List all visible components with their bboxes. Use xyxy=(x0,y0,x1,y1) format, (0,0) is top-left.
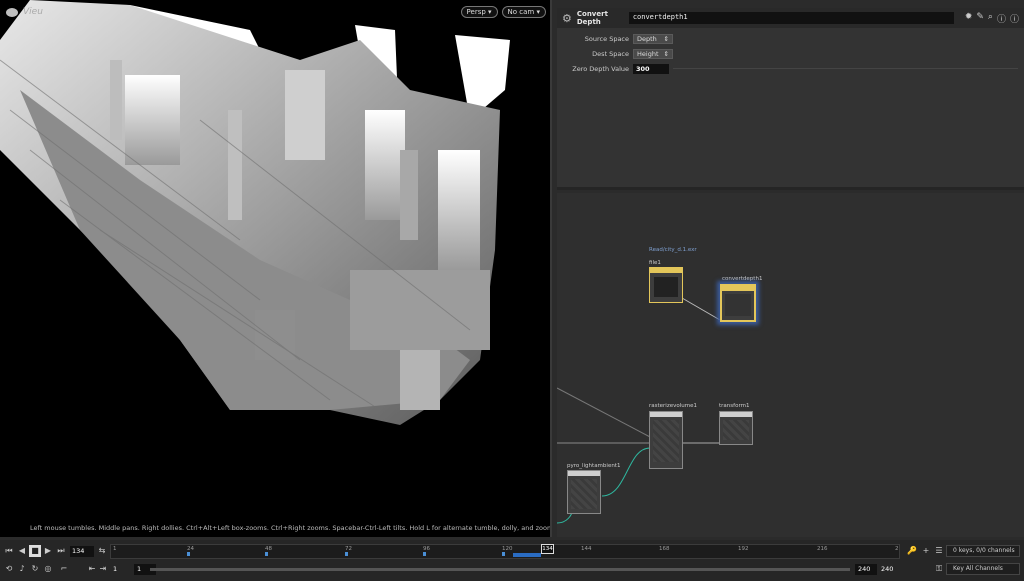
dest-space-value: Height xyxy=(637,49,659,58)
viewport-help-text: Left mouse tumbles. Middle pans. Right d… xyxy=(30,524,550,532)
realtime-icon[interactable]: ⟲ xyxy=(3,563,15,575)
key-channels-icon[interactable]: ⚿ xyxy=(933,563,945,575)
node-thumbnail xyxy=(719,411,753,445)
zero-depth-slider[interactable] xyxy=(673,68,1018,69)
node-comment: Read/city_d.1.exr xyxy=(649,247,697,253)
timeline-ruler[interactable]: 1 24 48 72 96 120 144 168 192 216 2 134 xyxy=(110,544,900,559)
houdini-window: Vieu Persp ▾ No cam ▾ Left mouse tumbles… xyxy=(0,0,1024,581)
gear-icon[interactable]: ✹ xyxy=(965,12,973,25)
camera-label: No cam xyxy=(507,8,535,16)
keyframe-marker xyxy=(502,552,505,556)
node-type-label: Convert Depth xyxy=(576,10,608,26)
play-reverse-icon[interactable]: ◀ xyxy=(16,545,28,557)
tick-label: 144 xyxy=(581,546,592,552)
play-forward-icon[interactable]: ▶ xyxy=(42,545,54,557)
playhead[interactable]: 134 xyxy=(541,544,554,554)
info-icon[interactable]: ⓘ xyxy=(1010,12,1019,25)
start-frame-field[interactable]: 1 xyxy=(110,564,132,575)
frame-range-slider[interactable] xyxy=(150,568,850,571)
node-label: transform1 xyxy=(719,403,750,409)
cached-range xyxy=(513,553,541,557)
dest-space-row: Dest Space Height ⇕ xyxy=(557,47,1024,60)
node-label: file1 xyxy=(649,260,661,266)
audio-icon[interactable]: ♪ xyxy=(16,563,28,575)
camera-menu[interactable]: No cam ▾ xyxy=(501,6,546,18)
keyframe-marker xyxy=(187,552,190,556)
viewport-logo: Vieu xyxy=(6,7,43,17)
search-icon[interactable]: ⌕ xyxy=(988,12,993,25)
node-thumbnail xyxy=(649,411,683,469)
zero-depth-row: Zero Depth Value 300 xyxy=(557,62,1024,75)
key-icon[interactable]: 🔑 xyxy=(906,545,918,557)
zero-depth-field[interactable]: 300 xyxy=(633,63,669,74)
houdini-eye-icon xyxy=(6,7,18,17)
loop-icon[interactable]: ↻ xyxy=(29,563,41,575)
playbar-row-top: ⏮ ◀ ■ ▶ ⏭ 134 ⇆ 1 24 48 72 96 120 144 16… xyxy=(0,543,1024,560)
source-space-label: Source Space xyxy=(584,34,629,43)
stop-icon[interactable]: ■ xyxy=(29,545,41,557)
viewport-title: Vieu xyxy=(23,7,43,17)
keyframe-marker xyxy=(265,552,268,556)
jump-start-icon[interactable]: ⏮ xyxy=(3,545,15,557)
forward-step-icon[interactable]: ⇥ xyxy=(97,563,109,575)
menu-arrow-icon: ⇕ xyxy=(663,49,669,58)
node-name-field[interactable]: convertdepth1 xyxy=(628,12,954,24)
playbar: ⏮ ◀ ■ ▶ ⏭ 134 ⇆ 1 24 48 72 96 120 144 16… xyxy=(0,540,1024,581)
dest-space-label: Dest Space xyxy=(592,49,629,58)
current-frame-field[interactable]: 134 xyxy=(70,546,94,557)
pencil-icon[interactable]: ✎ xyxy=(976,12,984,25)
node-thumbnail xyxy=(720,284,756,322)
scene-viewport[interactable]: Vieu Persp ▾ No cam ▾ Left mouse tumbles… xyxy=(0,0,552,537)
node-label: pyro_lightambient1 xyxy=(567,463,621,469)
node-label: convertdepth1 xyxy=(722,276,763,282)
jump-end-icon[interactable]: ⏭ xyxy=(55,545,67,557)
help-icon[interactable]: ⓘ xyxy=(997,12,1006,25)
parameter-tools: ✹ ✎ ⌕ ⓘ ⓘ xyxy=(965,12,1019,25)
node-thumbnail xyxy=(649,267,683,303)
source-space-value: Depth xyxy=(637,34,657,43)
zero-depth-label: Zero Depth Value xyxy=(572,64,629,73)
node-label: rasterizevolume1 xyxy=(649,403,697,409)
target-icon[interactable]: ◎ xyxy=(42,563,54,575)
plus-icon[interactable]: + xyxy=(920,545,932,557)
source-space-menu[interactable]: Depth ⇕ xyxy=(633,33,673,44)
network-editor[interactable]: Read/city_d.1.exr file1 convertdepth1 ra… xyxy=(557,193,1024,537)
end-frame-field[interactable]: 240 xyxy=(878,564,900,575)
node-thumbnail xyxy=(567,470,601,514)
viewport-camera-menus: Persp ▾ No cam ▾ xyxy=(460,6,546,18)
depth-render-scene xyxy=(0,0,510,425)
playbar-row-bottom: ⟲ ♪ ↻ ◎ ⌐ ⇤ ⇥ 1 1 240 240 ⚿ Key All Chan… xyxy=(0,561,1024,579)
menu-arrow-icon: ⇕ xyxy=(663,34,669,43)
step-icon[interactable]: ⇆ xyxy=(96,545,108,557)
key-all-channels-menu[interactable]: Key All Channels xyxy=(946,563,1020,575)
range-icon[interactable]: ⌐ xyxy=(58,563,70,575)
parameter-pane: ⚙ Convert Depth convertdepth1 ✹ ✎ ⌕ ⓘ ⓘ … xyxy=(557,8,1024,190)
source-space-row: Source Space Depth ⇕ xyxy=(557,32,1024,45)
tick-label: 216 xyxy=(817,546,828,552)
tick-label: 192 xyxy=(738,546,749,552)
range-end-field[interactable]: 240 xyxy=(855,564,877,575)
dest-space-menu[interactable]: Height ⇕ xyxy=(633,48,673,59)
channel-list-icon[interactable]: ☰ xyxy=(933,545,945,557)
tick-label: 2 xyxy=(895,546,899,552)
node-type-icon: ⚙ xyxy=(562,11,572,25)
keyframe-marker xyxy=(423,552,426,556)
perspective-label: Persp xyxy=(466,8,486,16)
channels-status: 0 keys, 0/0 channels xyxy=(946,545,1020,557)
tick-label: 168 xyxy=(659,546,670,552)
network-wires xyxy=(557,297,721,524)
tick-label: 1 xyxy=(113,546,117,552)
perspective-menu[interactable]: Persp ▾ xyxy=(460,6,498,18)
keyframe-marker xyxy=(345,552,348,556)
parameter-header: ⚙ Convert Depth convertdepth1 ✹ ✎ ⌕ ⓘ ⓘ xyxy=(557,8,1024,28)
